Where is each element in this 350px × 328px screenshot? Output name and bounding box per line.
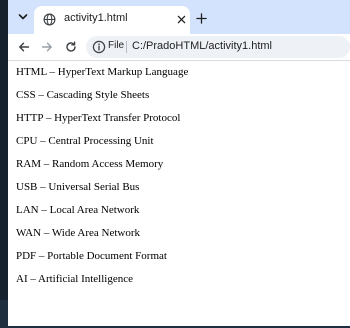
globe-icon xyxy=(43,13,56,26)
list-item: AI – Artificial Intelligence xyxy=(16,273,133,285)
page-content: HTML – HyperText Markup Language CSS – C… xyxy=(8,61,350,326)
list-item: HTTP – HyperText Transfer Protocol xyxy=(16,112,181,124)
tab-title: activity1.html xyxy=(64,12,128,24)
address-bar[interactable]: File C:/PradoHTML/activity1.html xyxy=(86,36,350,58)
list-item: HTML – HyperText Markup Language xyxy=(16,66,189,78)
reload-icon[interactable] xyxy=(62,38,80,56)
tab-search-chevron-down-icon[interactable] xyxy=(14,8,32,26)
new-tab-plus-icon[interactable] xyxy=(194,11,208,25)
list-item: RAM – Random Access Memory xyxy=(16,158,164,170)
tab-strip: activity1.html xyxy=(8,0,350,34)
list-item: WAN – Wide Area Network xyxy=(16,227,140,239)
url-text[interactable]: C:/PradoHTML/activity1.html xyxy=(132,40,272,52)
browser-window: activity1.html File C:/PradoHTML/activit… xyxy=(8,0,350,326)
list-item: CPU – Central Processing Unit xyxy=(16,135,154,147)
info-icon[interactable] xyxy=(92,40,106,54)
close-icon[interactable] xyxy=(174,12,188,26)
list-item: USB – Universal Serial Bus xyxy=(16,181,140,193)
list-item: LAN – Local Area Network xyxy=(16,204,140,216)
back-arrow-left-icon[interactable] xyxy=(15,38,33,56)
browser-toolbar: File C:/PradoHTML/activity1.html xyxy=(8,34,350,60)
tab-activity1[interactable]: activity1.html xyxy=(34,6,190,34)
omnibox-divider xyxy=(126,41,127,53)
list-item: CSS – Cascading Style Sheets xyxy=(16,89,150,101)
forward-arrow-right-icon[interactable] xyxy=(38,38,56,56)
list-item: PDF – Portable Document Format xyxy=(16,250,167,262)
file-scheme-chip[interactable]: File xyxy=(108,40,124,51)
